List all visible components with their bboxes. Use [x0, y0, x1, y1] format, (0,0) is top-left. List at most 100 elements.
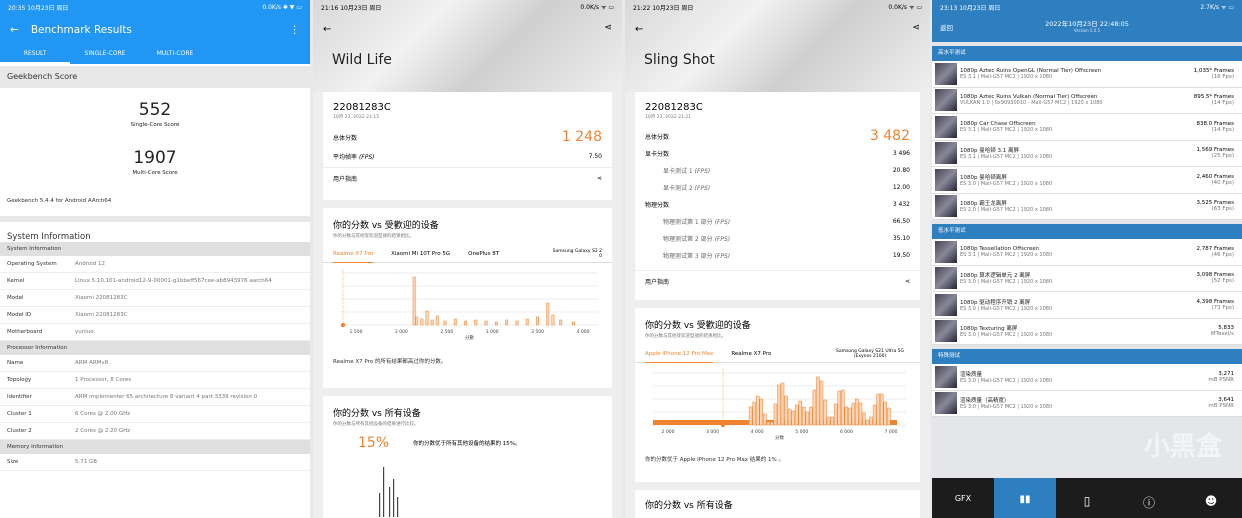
tab-profile[interactable]: ☻: [1180, 478, 1242, 518]
back-arrow-icon[interactable]: ←: [635, 24, 643, 35]
info-row: Identifier ARM implementer 65 architectur…: [0, 389, 310, 406]
test-thumbnail: [935, 142, 957, 165]
test-section: 特殊测试 渲染质量 ES 3.0 | Mali-G57 MC2 | 1920 x 1…: [932, 349, 1242, 417]
test-thumbnail: [935, 293, 957, 316]
info-value: yunluo: [75, 329, 94, 335]
share-icon[interactable]: ⋖: [905, 278, 910, 285]
user-guide-link[interactable]: 用户指南: [645, 277, 669, 286]
test-name: 1080p Texturing 离屏: [960, 326, 1018, 333]
subscore-unit: (FPS): [714, 253, 731, 260]
all-devices-card: 你的分数 vs 所有设备 你的分数与所有其他设备的结果进行比较。 15% 你的分…: [323, 396, 612, 518]
test-row[interactable]: 1080p Tessellation Offscreen ES 3.1 | Mal…: [932, 239, 1242, 266]
share-icon[interactable]: ⋖: [597, 175, 602, 182]
test-row[interactable]: 1080p 算术逻辑单元 2 离屏 ES 3.0 | Mali-G57 MC2 |…: [932, 266, 1242, 292]
test-row[interactable]: 渲染质量（高精度） ES 3.0 | Mali-G57 MC2 | 1920 x …: [932, 391, 1242, 417]
test-row[interactable]: 渲染质量 ES 3.0 | Mali-G57 MC2 | 1920 x 1080 3…: [932, 364, 1242, 391]
section-title: 低水平测试: [932, 224, 1242, 239]
back-arrow-icon[interactable]: ←: [323, 24, 331, 35]
subscore-row: 物理测试第 3 部分 (FPS) 19.50: [635, 247, 920, 264]
x-tick-label: 2 000: [662, 429, 675, 435]
share-icon[interactable]: ⋖: [604, 23, 612, 33]
slingshot-panel: 21:22 10月23日 周日 0.0K/s ᯤ ▭ ← ⋖ Sling Shot…: [625, 0, 930, 518]
compare-subtitle: 你的分数与其他受欢迎型號的结果相比。: [333, 234, 414, 239]
compare-tab-realme[interactable]: Realme X7 Pro: [333, 245, 374, 263]
test-api: ES 3.0 | Mali-G57 MC2 | 1920 x 1080: [960, 279, 1053, 286]
x-tick-label: 1 500: [350, 329, 363, 335]
compare-tab-realme[interactable]: Realme X7 Pro: [731, 351, 771, 357]
compare-title: 你的分数 vs 受歡迎的设备: [645, 321, 751, 331]
x-tick-label: 3 000: [486, 329, 499, 335]
subscore-value: 35.10: [892, 235, 910, 242]
compare-tab-samsung[interactable]: Samsung Galaxy S2 2 0: [550, 249, 602, 259]
test-title: Wild Life: [332, 52, 392, 68]
test-row[interactable]: 1080p 曼哈顿离屏 ES 3.0 | Mali-G57 MC2 | 1920 …: [932, 167, 1242, 194]
test-row[interactable]: 1080p Aztec Ruins Vulkan (Normal Tier) O…: [932, 88, 1242, 114]
device-name: 22081283C: [333, 102, 391, 113]
status-icons: 0.0K/s ✱ ▼ ▭: [262, 3, 302, 11]
back-arrow-icon[interactable]: ←: [10, 24, 19, 36]
more-icon[interactable]: ⋮: [290, 24, 301, 36]
test-fps: (73 Fps): [1211, 304, 1234, 311]
single-core-score: 552 Single-Core Score: [0, 100, 310, 128]
info-key: Topology: [7, 377, 32, 383]
percentile-value: 15%: [358, 435, 390, 451]
info-row: Size 5.71 GB: [0, 454, 310, 471]
x-tick-label: 2 000: [395, 329, 408, 335]
single-score-value: 552: [138, 100, 172, 120]
system-info-table: System Information Operating System Androi…: [0, 242, 310, 471]
test-fps: (25 Fps): [1211, 153, 1234, 160]
test-row[interactable]: 1080p Aztec Ruins OpenGL (Normal Tier) O…: [932, 61, 1242, 88]
compare-tab-samsung[interactable]: Samsung Galaxy S21 Ultra 5G (Exynos 2100…: [830, 349, 910, 359]
test-row[interactable]: 1080p 曼哈顿 3.1 离屏 ES 3.1 | Mali-G57 MC2 | …: [932, 141, 1242, 167]
subscore-row: 显卡测试 1 (FPS) 20.80: [635, 162, 920, 179]
result-card: 22081283C 10月 23, 2022 21:15 总体分数 1 248 平…: [323, 92, 612, 200]
slingshot-hero: 21:22 10月23日 周日 0.0K/s ᯤ ▭ ← ⋖ Sling Shot: [625, 0, 930, 92]
all-devices-card: 你的分数 vs 所有设备: [635, 490, 920, 518]
tab-single-core[interactable]: SINGLE-CORE: [70, 46, 140, 64]
bar-chart-icon: ▮▮: [1019, 494, 1031, 505]
geekbench-score-header: Geekbench Score: [0, 66, 310, 88]
subscore-row: 物理分数 3 432: [635, 196, 920, 213]
tab-device[interactable]: ▯: [1056, 478, 1118, 518]
test-row[interactable]: 1080p 霸王龙离屏 ES 2.0 | Mali-G57 MC2 | 1920 …: [932, 194, 1242, 220]
score-histogram: 1 500 2 000 2 500 3 000 3 500 4 000 分數: [340, 269, 598, 341]
gfxbench-panel: 23:13 10月23日 周日 2.7K/s ᯤ ▭ 返回 2022年10月23日…: [932, 0, 1242, 518]
subscore-value: 19.50: [892, 252, 910, 259]
fps-value: 7.50: [588, 152, 602, 160]
info-value: ARM implementer 65 architecture 8 varian…: [75, 394, 258, 400]
x-tick-label: 5 000: [795, 429, 808, 435]
test-api: ES 3.0 | Mali-G57 MC2 | 1920 x 1080: [960, 332, 1053, 339]
test-thumbnail: [935, 115, 957, 138]
compare-tab-iphone[interactable]: Apple iPhone 12 Pro Max: [645, 345, 714, 363]
compare-tab-oneplus[interactable]: OnePlus 8T: [468, 251, 499, 257]
subscore-unit: (FPS): [714, 236, 731, 243]
subscore-value: 66.50: [892, 218, 910, 225]
info-key: Model ID: [7, 312, 32, 318]
info-key: Operating System: [7, 261, 57, 267]
tab-info[interactable]: ⓘ: [1118, 478, 1180, 518]
compare-subtitle: 你的分数与其他受欢迎型號的结果相比。: [645, 334, 726, 339]
total-score-label: 总体分数: [645, 133, 670, 141]
test-api: ES 3.0 | Mali-G57 MC2 | 1920 x 1080: [960, 404, 1053, 411]
tab-gfx[interactable]: GFX: [932, 478, 994, 518]
info-key: Cluster 2: [7, 428, 32, 434]
test-row[interactable]: 1080p Car Chase Offscreen ES 3.1 | Mali-G…: [932, 114, 1242, 141]
test-thumbnail: [935, 320, 957, 343]
status-icons: 0.0K/s ᯤ ▭: [888, 4, 922, 11]
multi-score-value: 1907: [133, 148, 177, 168]
user-guide-link[interactable]: 用户指南: [333, 174, 357, 183]
info-row: Motherboard yunluo: [0, 324, 310, 341]
test-row[interactable]: 1080p Texturing 离屏 ES 3.0 | Mali-G57 MC2 …: [932, 319, 1242, 345]
share-icon[interactable]: ⋖: [912, 23, 920, 33]
test-row[interactable]: 1080p 驱动程序开销 2 离屏 ES 3.0 | Mali-G57 MC2 |…: [932, 292, 1242, 319]
test-thumbnail: [935, 89, 957, 112]
tab-result[interactable]: RESULT: [0, 46, 70, 64]
tab-multi-core[interactable]: MULTI-CORE: [140, 46, 210, 64]
info-value: Android 12: [75, 261, 106, 267]
test-api: ES 3.1 | Mali-G57 MC2 | 1920 x 1080: [960, 154, 1053, 161]
info-key: Motherboard: [7, 329, 43, 335]
tab-results[interactable]: ▮▮: [994, 478, 1056, 518]
popular-compare-card: 你的分数 vs 受歡迎的设备 你的分数与其他受欢迎型號的结果相比。 Realme…: [323, 208, 612, 388]
watermark: 小黑盒: [1143, 432, 1222, 462]
compare-tab-xiaomi[interactable]: Xiaomi Mi 10T Pro 5G: [391, 251, 450, 257]
